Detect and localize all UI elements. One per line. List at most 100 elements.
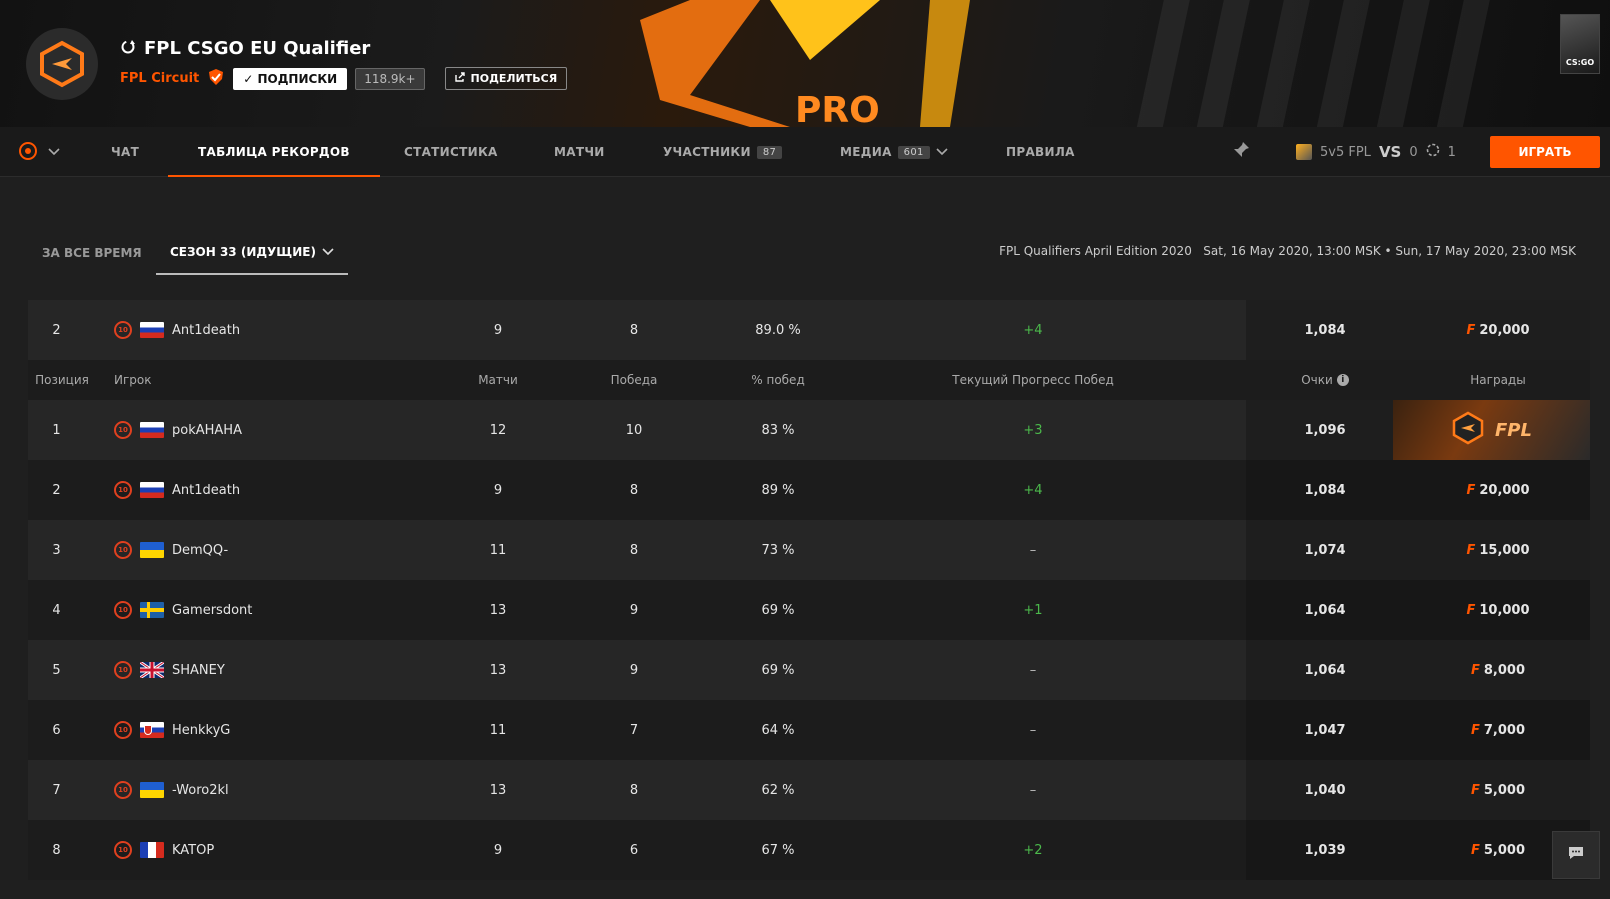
wins: 10 — [625, 422, 643, 438]
table-row[interactable]: 2 10 Ant1death 9 8 89 % +4 1,084 F 20,000 — [28, 460, 1590, 520]
prize: F 10,000 — [1418, 603, 1578, 618]
player-name: Gamersdont — [172, 602, 253, 618]
leaderboard-table: 2 10 Ant1death 9 8 89.0 % +4 1,084 F 20,… — [28, 300, 1590, 880]
hub-switcher[interactable] — [18, 127, 60, 177]
table-row[interactable]: 5 10 SHANEY 13 9 69 % – 1,064 F 8,000 — [28, 640, 1590, 700]
tab-rules[interactable]: ПРАВИЛА — [1006, 127, 1075, 177]
tab-media[interactable]: МЕДИА 601 — [840, 127, 948, 177]
win-pct: 69 % — [761, 662, 795, 678]
flag-ru-icon — [140, 482, 164, 498]
table-row[interactable]: 8 10 KATOP 9 6 67 % +2 1,039 F 5,000 — [28, 820, 1590, 880]
prize: F 5,000 — [1418, 783, 1578, 798]
prize-amount: 15,000 — [1479, 542, 1530, 558]
skill-level-icon: 10 — [114, 541, 132, 559]
tab-stats[interactable]: СТАТИСТИКА — [404, 127, 498, 177]
share-button[interactable]: ПОДЕЛИТЬСЯ — [444, 67, 568, 90]
player[interactable]: 10 DemQQ- — [114, 541, 228, 559]
flag-sk-icon — [140, 722, 164, 738]
win-pct: 67 % — [761, 842, 795, 858]
wins: 8 — [629, 542, 639, 558]
matches: 11 — [489, 542, 507, 558]
filter-all-time[interactable]: ЗА ВСЕ ВРЕМЯ — [42, 230, 142, 275]
filter-season[interactable]: СЕЗОН 33 (ИДУЩИЕ) — [156, 230, 348, 275]
streak: +4 — [1023, 482, 1043, 498]
col-player: Игрок — [114, 373, 152, 387]
prize-amount: 20,000 — [1479, 322, 1530, 338]
table-row[interactable]: 1 10 pokAHAHA 12 10 83 % +3 1,096 FPL — [28, 400, 1590, 460]
streak: +2 — [1023, 842, 1043, 858]
player[interactable]: 10 Gamersdont — [114, 601, 252, 619]
info-icon[interactable]: i — [1336, 374, 1349, 386]
tournament-title: FPL CSGO EU Qualifier — [144, 38, 371, 59]
ticket-reward[interactable]: FPL — [1393, 400, 1590, 460]
tab-leaderboard[interactable]: ТАБЛИЦА РЕКОРДОВ — [168, 127, 380, 177]
prize-amount: 5,000 — [1483, 782, 1525, 798]
player-name: -Woro2kl — [172, 782, 229, 798]
prize: F 7,000 — [1418, 723, 1578, 738]
tab-participants-label: УЧАСТНИКИ — [663, 145, 751, 159]
pin-button[interactable] — [1232, 127, 1250, 177]
player[interactable]: 10 -Woro2kl — [114, 781, 229, 799]
position: 3 — [52, 542, 61, 558]
prize: F 15,000 — [1418, 543, 1578, 558]
players-count: 1 — [1447, 144, 1456, 160]
table-row[interactable]: 7 10 -Woro2kl 13 8 62 % – 1,040 F 5,000 — [28, 760, 1590, 820]
tab-leaderboard-label: ТАБЛИЦА РЕКОРДОВ — [198, 145, 350, 159]
points: 1,084 — [1304, 482, 1346, 498]
faceit-points-icon: F — [1466, 542, 1476, 558]
media-count-badge: 601 — [897, 145, 930, 159]
flag-ru-icon — [140, 422, 164, 438]
matches: 12 — [489, 422, 507, 438]
table-row[interactable]: 3 10 DemQQ- 11 8 73 % – 1,074 F 15,000 — [28, 520, 1590, 580]
organizer-logo[interactable] — [26, 28, 98, 100]
points: 1,039 — [1304, 842, 1346, 858]
player[interactable]: 10 pokAHAHA — [114, 421, 242, 439]
subscribe-button[interactable]: ✓ ПОДПИСКИ — [233, 67, 348, 90]
flag-gb-icon — [140, 662, 164, 678]
flag-ua-icon — [140, 782, 164, 798]
prize-amount: 5,000 — [1483, 842, 1525, 858]
points: 1,064 — [1304, 602, 1346, 618]
player[interactable]: 10 Ant1death — [114, 481, 240, 499]
play-button[interactable]: ИГРАТЬ — [1490, 136, 1600, 168]
player[interactable]: 10 KATOP — [114, 841, 214, 859]
player[interactable]: 10 SHANEY — [114, 661, 225, 679]
organizer-name[interactable]: FPL Circuit — [120, 71, 199, 86]
tab-chat[interactable]: ЧАТ — [111, 127, 139, 177]
share-icon — [454, 72, 466, 85]
wins: 8 — [629, 322, 639, 338]
faceit-points-icon: F — [1466, 602, 1476, 618]
prize: F 20,000 — [1418, 323, 1578, 338]
streak: – — [1029, 662, 1037, 678]
player-name: Ant1death — [172, 482, 241, 498]
flag-se-icon — [140, 602, 164, 618]
tournament-nav: ЧАТ ТАБЛИЦА РЕКОРДОВ СТАТИСТИКА МАТЧИ УЧ… — [0, 127, 1610, 177]
points: 1,074 — [1304, 542, 1346, 558]
skill-level-icon: 10 — [114, 601, 132, 619]
flag-ua-icon — [140, 542, 164, 558]
participants-count-badge: 87 — [756, 145, 783, 159]
chat-icon — [1567, 845, 1585, 865]
player[interactable]: 10 HenkkyG — [114, 721, 230, 739]
matches: 13 — [489, 602, 507, 618]
game-thumbnail[interactable]: CS:GO — [1560, 14, 1600, 74]
col-wins: Победа — [610, 373, 658, 387]
tournament-banner: PRO FPL CSGO EU Qualifier FPL Circuit ✓ … — [0, 0, 1610, 127]
position: 8 — [52, 842, 61, 858]
queue-game-icon — [1296, 144, 1312, 160]
tab-rules-label: ПРАВИЛА — [1006, 145, 1075, 159]
wins: 8 — [629, 782, 639, 798]
pinned-row-my-position[interactable]: 2 10 Ant1death 9 8 89.0 % +4 1,084 F 20,… — [28, 300, 1590, 360]
faceit-points-icon: F — [1466, 482, 1476, 498]
tab-participants[interactable]: УЧАСТНИКИ 87 — [663, 127, 783, 177]
player[interactable]: 10 Ant1death — [114, 321, 240, 339]
queue-status[interactable]: 5v5 FPL VS 0 1 — [1296, 127, 1456, 177]
table-row[interactable]: 4 10 Gamersdont 13 9 69 % +1 1,064 F 10,000 — [28, 580, 1590, 640]
faceit-points-icon: F — [1470, 662, 1480, 678]
pin-icon — [1232, 141, 1250, 163]
flag-fr-icon — [140, 842, 164, 858]
table-row[interactable]: 6 10 HenkkyG 11 7 64 % – 1,047 F 7,000 — [28, 700, 1590, 760]
tab-matches[interactable]: МАТЧИ — [554, 127, 605, 177]
chat-bubble-button[interactable] — [1552, 831, 1600, 879]
position: 5 — [52, 662, 61, 678]
